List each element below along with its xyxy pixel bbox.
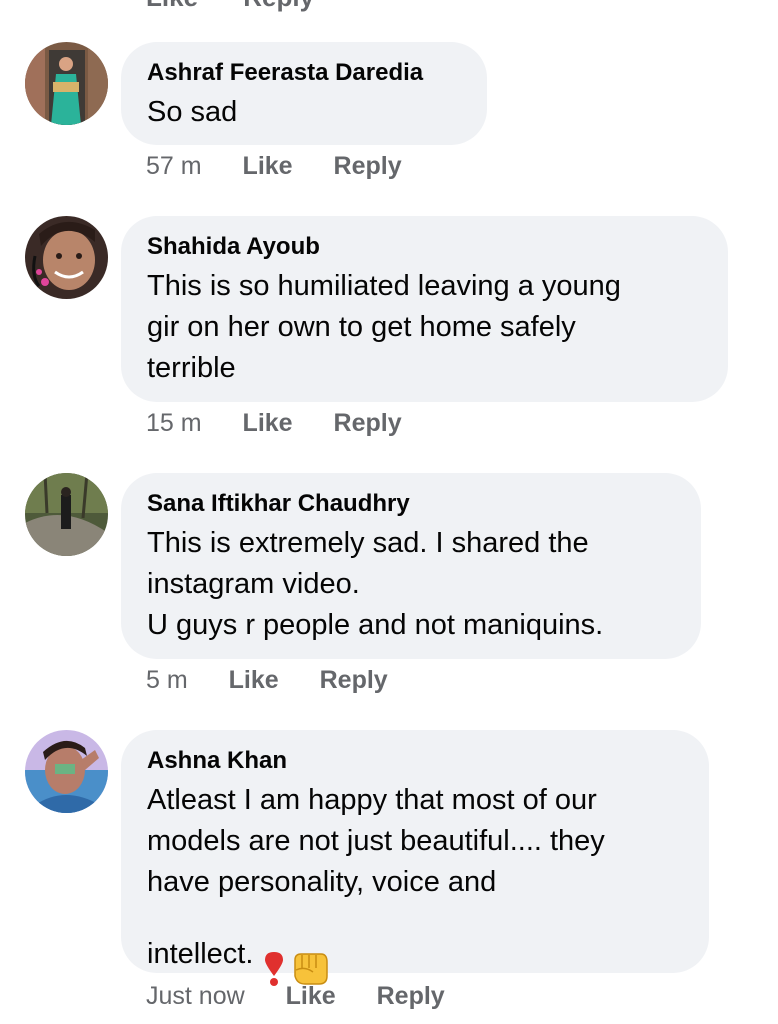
reply-link[interactable]: Reply [320, 666, 388, 694]
comment-actions: 15 m Like Reply [146, 409, 436, 438]
avatar-photo [25, 473, 108, 556]
like-link[interactable]: Like [146, 0, 198, 12]
comment-bubble: Ashna Khan Atleast I am happy that most … [121, 730, 709, 986]
comment-actions: Just now Like Reply [146, 982, 479, 1011]
reply-link[interactable]: Reply [334, 152, 402, 180]
comment-text: This is so humiliated leaving a young gi… [147, 270, 621, 384]
reply-link[interactable]: Reply [243, 0, 314, 12]
comment-author[interactable]: Ashraf Feerasta Daredia [147, 58, 461, 88]
comments-thread: Like Reply Ashraf Feerasta Daredia So sa… [0, 0, 778, 1024]
comment-bubble: Sana Iftikhar Chaudhry This is extremely… [121, 473, 701, 659]
comment-bubble: Ashraf Feerasta Daredia So sad [121, 42, 487, 145]
avatar[interactable] [25, 42, 108, 125]
reply-link[interactable]: Reply [377, 982, 445, 1010]
avatar[interactable] [25, 216, 108, 299]
avatar-photo [25, 216, 108, 299]
comment-author[interactable]: Shahida Ayoub [147, 232, 702, 262]
comment-text: Atleast I am happy that most of our mode… [147, 784, 605, 898]
comment-bubble: Shahida Ayoub This is so humiliated leav… [121, 216, 728, 402]
avatar-photo [25, 730, 108, 813]
avatar-photo [25, 42, 108, 125]
comment-timestamp[interactable]: 5 m [146, 666, 188, 694]
comment-actions: 5 m Like Reply [146, 666, 422, 695]
previous-comment-actions: Like Reply [146, 0, 352, 13]
like-link[interactable]: Like [229, 666, 279, 694]
avatar[interactable] [25, 730, 108, 813]
like-link[interactable]: Like [243, 409, 293, 437]
comment-actions: 57 m Like Reply [146, 152, 436, 181]
comment-author[interactable]: Sana Iftikhar Chaudhry [147, 489, 675, 519]
reply-link[interactable]: Reply [334, 409, 402, 437]
comment-timestamp[interactable]: 57 m [146, 152, 202, 180]
like-link[interactable]: Like [243, 152, 293, 180]
comment-text-last-line: intellect. [147, 938, 254, 970]
comment-text: This is extremely sad. I shared the inst… [147, 527, 604, 641]
avatar[interactable] [25, 473, 108, 556]
comment-timestamp[interactable]: 15 m [146, 409, 202, 437]
comment-author[interactable]: Ashna Khan [147, 746, 683, 776]
like-link[interactable]: Like [286, 982, 336, 1010]
comment-timestamp[interactable]: Just now [146, 982, 245, 1010]
comment-text: So sad [147, 96, 238, 128]
